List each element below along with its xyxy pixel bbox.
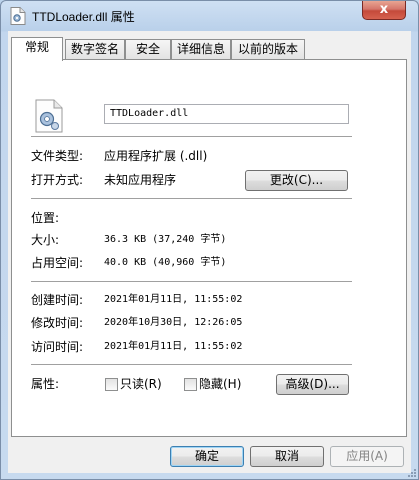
attributes-label: 属性:: [31, 377, 60, 391]
cancel-button-label: 取消: [274, 449, 299, 463]
close-button[interactable]: x: [362, 1, 406, 20]
tab-digital-signatures[interactable]: 数字签名: [65, 39, 125, 59]
file-name-input[interactable]: TTDLoader.dll: [104, 104, 349, 124]
separator: [31, 136, 352, 137]
hidden-label: 隐藏(H): [199, 377, 242, 391]
separator: [31, 364, 352, 365]
tab-label: 以前的版本: [237, 42, 298, 56]
tab-general[interactable]: 常规: [11, 37, 63, 61]
open-with-label: 打开方式:: [31, 173, 84, 187]
close-icon: x: [379, 2, 389, 17]
tab-label: 安全: [135, 42, 160, 56]
tab-label: 详细信息: [176, 42, 225, 56]
apply-button: 应用(A): [330, 446, 404, 467]
created-label: 创建时间:: [31, 293, 84, 307]
size-on-disk-label: 占用空间:: [31, 256, 84, 270]
modified-label: 修改时间:: [31, 316, 84, 330]
readonly-checkbox[interactable]: [105, 378, 118, 391]
resize-grip-icon[interactable]: [406, 467, 416, 477]
size-value: 36.3 KB (37,240 字节): [104, 234, 227, 245]
dialog-client-area: 常规 数字签名 安全 详细信息 以前的版本 TTDLoader.dll 文件类型…: [8, 31, 411, 473]
tab-label: 常规: [24, 40, 49, 54]
general-tab-panel: TTDLoader.dll 文件类型: 应用程序扩展 (.dll) 打开方式: …: [11, 59, 407, 437]
tab-details[interactable]: 详细信息: [171, 39, 231, 59]
size-on-disk-value: 40.0 KB (40,960 字节): [104, 257, 227, 268]
cancel-button[interactable]: 取消: [250, 446, 324, 467]
accessed-label: 访问时间:: [31, 340, 84, 354]
readonly-label: 只读(R): [120, 377, 162, 391]
change-button-label: 更改(C)...: [269, 173, 324, 187]
location-label: 位置:: [31, 211, 60, 225]
title-bar[interactable]: TTDLoader.dll 属性 x: [1, 1, 418, 31]
tab-security[interactable]: 安全: [125, 39, 171, 59]
separator: [31, 198, 352, 199]
dll-file-icon: [35, 99, 63, 133]
window-title: TTDLoader.dll 属性: [32, 10, 135, 24]
accessed-value: 2021年01月11日, 11:55:02: [104, 341, 243, 352]
tab-label: 数字签名: [70, 42, 119, 56]
file-type-label: 文件类型:: [31, 149, 84, 163]
change-button[interactable]: 更改(C)...: [245, 170, 348, 191]
apply-button-label: 应用(A): [346, 449, 388, 463]
modified-value: 2020年10月30日, 12:26:05: [104, 317, 243, 328]
size-label: 大小:: [31, 233, 60, 247]
separator: [31, 281, 352, 282]
ok-button-label: 确定: [194, 449, 219, 463]
advanced-button-label: 高级(D)...: [285, 377, 340, 391]
properties-window: TTDLoader.dll 属性 x 常规 数字签名 安全 详细信息 以前的版本…: [0, 0, 419, 480]
hidden-checkbox[interactable]: [184, 378, 197, 391]
created-value: 2021年01月11日, 11:55:02: [104, 294, 243, 305]
tab-previous-versions[interactable]: 以前的版本: [231, 39, 305, 59]
file-gear-icon: [10, 7, 26, 25]
ok-button[interactable]: 确定: [170, 446, 244, 467]
open-with-value: 未知应用程序: [104, 173, 177, 187]
advanced-button[interactable]: 高级(D)...: [276, 374, 349, 395]
file-name-value: TTDLoader.dll: [110, 108, 189, 119]
file-type-value: 应用程序扩展 (.dll): [104, 149, 208, 163]
